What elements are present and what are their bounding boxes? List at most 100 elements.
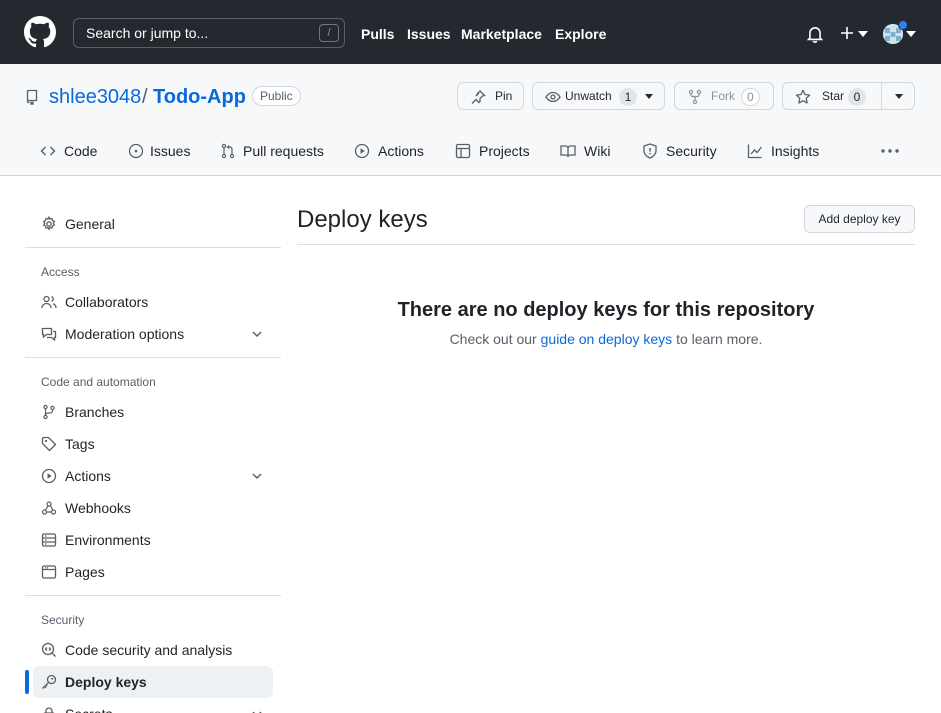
gear-icon [42,216,56,231]
fork-icon [688,89,702,105]
kebab-horizontal-icon[interactable] [880,148,900,154]
star-label: Star [822,89,845,103]
chevron-down-icon [252,711,262,713]
repo-icon [26,89,38,105]
deploy-keys-guide-link[interactable]: guide on deploy keys [541,331,673,347]
chevron-down-icon[interactable] [906,31,916,37]
title-divider [297,244,915,245]
tab-label: Code [64,143,98,159]
git-branch-icon [43,404,55,420]
sidebar-item-secrets[interactable]: Secrets [33,698,273,713]
play-icon [41,468,57,484]
browser-icon [41,565,57,579]
tab-projects[interactable]: Projects [455,140,531,162]
sidebar-item-actions[interactable]: Actions [33,460,273,492]
tab-label: Issues [150,143,191,159]
sidebar-item-moderation-options[interactable]: Moderation options [33,318,273,350]
unwatch-label: Unwatch [565,89,612,103]
global-header: Search or jump to... / Pulls Issues Mark… [0,0,941,64]
tab-insights[interactable]: Insights [747,140,823,162]
sidebar-heading-access: Access [41,265,80,279]
comment-discussion-icon [41,327,57,342]
fork-count: 0 [741,88,760,106]
sidebar-item-branches[interactable]: Branches [33,396,273,428]
sidebar-item-pages[interactable]: Pages [33,556,273,588]
pin-button[interactable]: Pin [457,82,524,110]
sidebar-item-general[interactable]: General [33,208,273,240]
tab-label: Wiki [584,143,611,159]
sidebar-item-code-security[interactable]: Code security and analysis [33,634,273,666]
tab-actions[interactable]: Actions [354,140,428,162]
repo-header: shlee3048 / Todo-App Public Pin Unwatch … [0,64,941,176]
pin-label: Pin [495,89,513,103]
issue-icon [128,143,144,159]
chevron-down-icon[interactable] [895,94,903,99]
repo-path-separator: / [142,86,148,108]
add-deploy-key-button[interactable]: Add deploy key [804,205,915,233]
chevron-down-icon [252,331,262,338]
blankslate-text: Check out our guide on deploy keys to le… [297,329,915,349]
blankslate-suffix: to learn more. [676,331,763,347]
chevron-down-icon [645,94,653,99]
unwatch-button[interactable]: Unwatch 1 [532,82,665,110]
sidebar-item-label: Branches [65,404,125,420]
chevron-down-icon [252,473,262,480]
sidebar-item-deploy-keys[interactable]: Deploy keys [33,666,273,698]
tab-security[interactable]: Security [642,140,718,162]
tab-issues[interactable]: Issues [128,140,192,162]
sidebar-divider [25,595,281,596]
search-placeholder: Search or jump to... [86,25,209,41]
fork-button[interactable]: Fork 0 [674,82,774,110]
nav-issues[interactable]: Issues [407,24,451,44]
repo-owner-link[interactable]: shlee3048 [49,84,141,110]
tag-icon [41,436,57,452]
table-icon [455,143,471,159]
tab-label: Actions [378,143,424,159]
sidebar-item-label: Deploy keys [65,674,147,690]
codescan-icon [41,642,56,657]
sidebar-item-label: Actions [65,468,111,484]
sidebar-item-webhooks[interactable]: Webhooks [33,492,273,524]
tab-label: Security [666,143,717,159]
sidebar-heading-security: Security [41,613,85,627]
shield-icon [643,143,657,159]
server-icon [41,533,57,547]
sidebar-heading-code-automation: Code and automation [41,375,156,389]
play-icon [354,143,370,159]
visibility-badge: Public [252,86,301,106]
plus-icon[interactable] [839,25,855,41]
blankslate-prefix: Check out our [449,331,537,347]
sidebar-item-label: Pages [65,564,105,580]
tab-pull-requests[interactable]: Pull requests [220,140,330,162]
fork-label: Fork [711,89,735,103]
sidebar-item-tags[interactable]: Tags [33,428,273,460]
book-icon [560,145,576,158]
sidebar-item-label: Tags [65,436,95,452]
tab-wiki[interactable]: Wiki [560,140,614,162]
github-logo-icon[interactable] [24,16,56,48]
tab-code[interactable]: Code [40,140,100,162]
button-divider [881,83,882,109]
sidebar-item-environments[interactable]: Environments [33,524,273,556]
star-count: 0 [848,88,866,106]
sidebar-item-label: Collaborators [65,294,149,310]
watch-count: 1 [619,88,637,106]
repo-name-link[interactable]: Todo-App [153,84,246,110]
code-icon [40,146,56,156]
search-shortcut-hint: / [319,24,339,42]
sidebar-item-label: Moderation options [65,326,185,342]
sidebar-item-collaborators[interactable]: Collaborators [33,286,273,318]
search-input[interactable]: Search or jump to... / [73,18,345,48]
star-button[interactable]: Star 0 [782,82,915,110]
sidebar-item-label: General [65,216,115,232]
sidebar-item-label: Secrets [65,698,112,713]
nav-explore[interactable]: Explore [555,24,606,44]
sidebar-divider [25,247,281,248]
sidebar-item-label: Webhooks [65,500,131,516]
chevron-down-icon[interactable] [858,31,868,37]
sidebar-item-label: Environments [65,532,151,548]
nav-pulls[interactable]: Pulls [361,24,394,44]
nav-marketplace[interactable]: Marketplace [461,24,542,44]
tab-label: Pull requests [243,143,324,159]
bell-icon[interactable] [806,25,824,43]
